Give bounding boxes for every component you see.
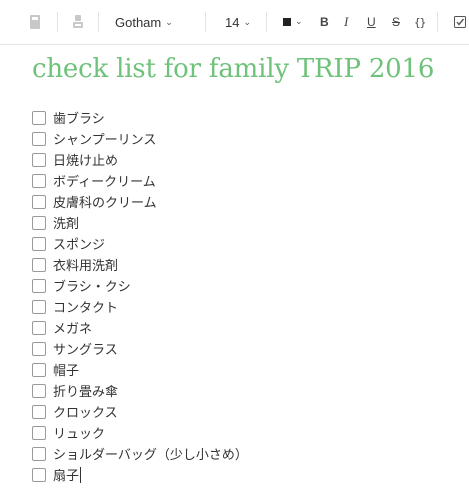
checklist-item: コンタクト [32,296,248,317]
checklist-item-label[interactable]: スポンジ [53,234,105,253]
checklist-item: ボディークリーム [32,170,248,191]
checkbox-icon [454,16,466,28]
checklist-item: クロックス [32,401,248,422]
chevron-down-icon: ⌄ [295,17,303,27]
checklist-item-label[interactable]: ブラシ・クシ [53,276,131,295]
toolbar-divider [205,12,206,32]
checklist-item-label[interactable]: ショルダーバッグ（少し小さめ） [53,444,248,463]
checklist-item-label[interactable]: シャンプーリンス [53,129,156,148]
checklist-item: シャンプーリンス [32,128,248,149]
checkbox[interactable] [32,299,46,314]
checkbox[interactable] [32,215,46,230]
checklist-item-label[interactable]: コンタクト [53,297,118,316]
checklist-item-label[interactable]: 日焼け止め [53,150,118,169]
font-family-dropdown[interactable]: Gotham ⌄ [115,0,173,44]
code-block-button[interactable]: {} [414,0,426,44]
checklist-item: 歯ブラシ [32,107,248,128]
checkbox[interactable] [32,278,46,293]
checklist-item-label[interactable]: 衣料用洗剤 [53,255,118,274]
toolbar-divider [437,12,438,32]
note-title[interactable]: check list for family TRIP 2016 [32,54,464,84]
checkbox[interactable] [32,152,46,167]
checklist-item: 日焼け止め [32,149,248,170]
checkbox[interactable] [32,425,46,440]
checkbox[interactable] [32,467,46,482]
italic-button[interactable]: I [344,0,348,44]
checkbox[interactable] [32,341,46,356]
toolbar-divider [57,12,58,32]
note-icon[interactable] [28,0,42,44]
chevron-down-icon: ⌄ [165,16,173,27]
checklist: 歯ブラシシャンプーリンス 日焼け止めボディークリーム 皮膚科のクリーム 洗剤スポンジ衣… [32,107,248,485]
checkbox[interactable] [32,110,46,125]
stamp-icon[interactable] [72,0,84,44]
checklist-item: 皮膚科のクリーム [32,191,248,212]
checkbox-button[interactable] [454,0,466,44]
checklist-item-label[interactable]: サングラス [53,339,118,358]
chevron-down-icon: ⌄ [243,16,252,27]
checklist-item: 洗剤 [32,212,248,233]
checkbox[interactable] [32,131,46,146]
checklist-item-label[interactable]: 皮膚科のクリーム [53,192,157,211]
checkbox[interactable] [32,236,46,251]
text-color-dropdown[interactable]: ⌄ [283,0,303,44]
checklist-item: サングラス [32,338,248,359]
checklist-item-label[interactable]: 洗剤 [53,213,79,232]
checklist-item-label[interactable]: メガネ [53,318,92,337]
checklist-item-label[interactable]: 折り畳み傘 [53,381,118,400]
checklist-item: スポンジ [32,233,248,254]
font-size-value: 14 [225,14,240,30]
checkbox[interactable] [32,320,46,335]
underline-button[interactable]: U [367,0,376,44]
checklist-item-label[interactable]: 歯ブラシ [53,108,105,127]
checklist-item-label[interactable]: 扇子 [53,465,79,484]
bold-button[interactable]: B [320,0,329,44]
checklist-item: 衣料用洗剤 [32,254,248,275]
checkbox[interactable] [32,383,46,398]
toolbar-divider [98,12,99,32]
font-family-value: Gotham [115,14,162,30]
font-size-dropdown[interactable]: 14 ⌄ [225,0,251,44]
checklist-item: メガネ [32,317,248,338]
text-cursor [80,466,82,483]
checklist-item-label[interactable]: ボディークリーム [53,171,156,190]
checkbox[interactable] [32,446,46,461]
checkbox[interactable] [32,404,46,419]
checklist-item: ブラシ・クシ [32,275,248,296]
strikethrough-button[interactable]: S [392,0,400,44]
checklist-item: 帽子 [32,359,248,380]
toolbar-divider [266,12,267,32]
checklist-item-label[interactable]: 帽子 [53,360,79,379]
checkbox[interactable] [32,362,46,377]
editor-toolbar: Gotham ⌄ 14 ⌄ ⌄ B I U S {} [0,0,469,45]
checklist-item: 折り畳み傘 [32,380,248,401]
checklist-item-label[interactable]: クロックス [53,402,118,421]
checkbox[interactable] [32,194,46,209]
checkbox[interactable] [32,173,46,188]
checklist-item: 扇子 [32,464,248,485]
checklist-item: ショルダーバッグ（少し小さめ） [32,443,248,464]
color-swatch-icon [283,18,291,26]
checkbox[interactable] [32,257,46,272]
checklist-item-label[interactable]: リュック [53,423,105,442]
checklist-item: リュック [32,422,248,443]
